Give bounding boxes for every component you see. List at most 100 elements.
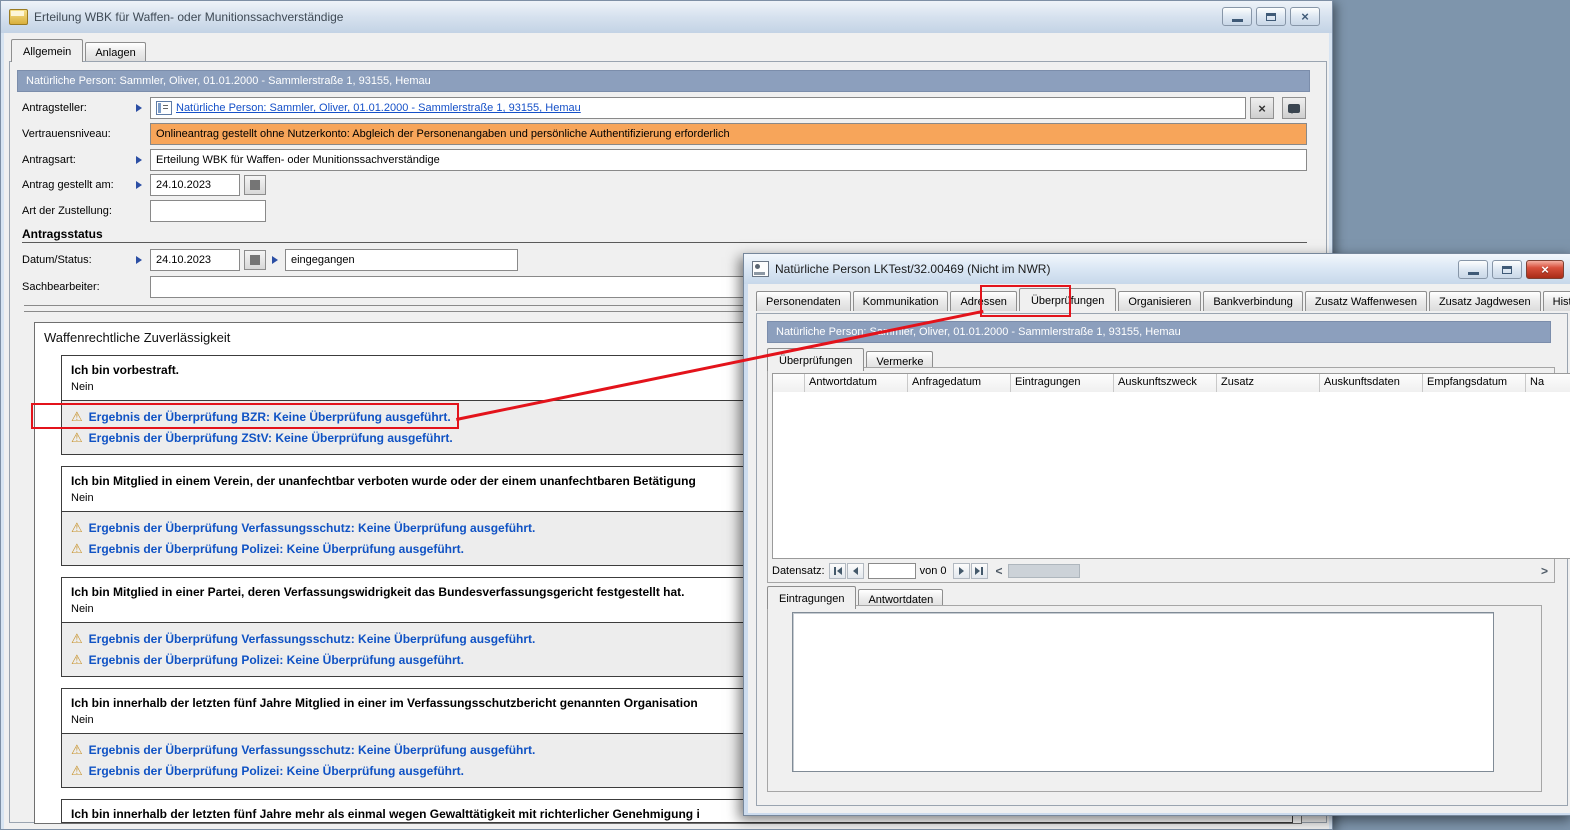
person-tab-strip: PersonendatenKommunikationAdressenÜberpr…: [756, 287, 1570, 310]
eintragungen-detail-panel: [767, 605, 1542, 792]
check-result-link[interactable]: Ergebnis der Überprüfung Polizei: Keine …: [89, 653, 464, 667]
window-title: Natürliche Person LKTest/32.00469 (Nicht…: [775, 262, 1050, 276]
comment-button[interactable]: [1282, 97, 1306, 119]
ueberpruefungen-tab-page: Natürliche Person: Sammler, Oliver, 01.0…: [756, 313, 1568, 806]
first-record-button[interactable]: [829, 563, 846, 579]
maximize-button[interactable]: [1492, 260, 1522, 279]
last-record-icon: [981, 567, 983, 575]
person-summary-bar: Natürliche Person: Sammler, Oliver, 01.0…: [17, 70, 1310, 92]
tab-bankverbindung[interactable]: Bankverbindung: [1203, 291, 1303, 311]
main-tab-strip: AllgemeinAnlagen: [11, 38, 146, 61]
antragsteller-arrow-icon: [136, 104, 142, 112]
next-record-button[interactable]: [953, 563, 970, 579]
window-client-area: PersonendatenKommunikationAdressenÜberpr…: [748, 284, 1570, 813]
window-title: Erteilung WBK für Waffen- oder Munitions…: [34, 10, 343, 24]
antragsstatus-heading: Antragsstatus: [22, 227, 103, 241]
warning-icon: ⚠: [71, 632, 83, 645]
first-record-icon: [834, 567, 836, 575]
ueberpruefungen-table: AntwortdatumAnfragedatumEintragungenAusk…: [772, 373, 1570, 559]
vertrauensniveau-label: Vertrauensniveau:: [22, 123, 111, 145]
tab-historie[interactable]: Historie: [1543, 291, 1570, 311]
tab-kommunikation[interactable]: Kommunikation: [853, 291, 949, 311]
detail-tab-eintragungen[interactable]: Eintragungen: [767, 586, 856, 609]
date-picker-icon: [250, 255, 260, 265]
person-window-icon: [752, 261, 769, 277]
ueberpruefungen-content-panel: AntwortdatumAnfragedatumEintragungenAusk…: [767, 367, 1555, 583]
check-result-link[interactable]: Ergebnis der Überprüfung Polizei: Keine …: [89, 764, 464, 778]
warning-icon: ⚠: [71, 542, 83, 555]
record-navigator: Datensatz: von 0 < >: [770, 561, 1552, 581]
column-header-na[interactable]: Na: [1526, 374, 1570, 392]
scroll-right-icon[interactable]: >: [1541, 563, 1548, 579]
antragsart-field[interactable]: Erteilung WBK für Waffen- oder Munitions…: [150, 149, 1307, 171]
status-date-picker-button[interactable]: [244, 250, 266, 270]
tab-personendaten[interactable]: Personendaten: [756, 291, 851, 311]
check-result-link[interactable]: Ergebnis der Überprüfung Verfassungsschu…: [89, 521, 536, 535]
maximize-icon: [1502, 266, 1512, 274]
antragsart-arrow-icon: [136, 156, 142, 164]
check-result-link[interactable]: Ergebnis der Überprüfung Polizei: Keine …: [89, 542, 464, 556]
tab-anlagen[interactable]: Anlagen: [85, 42, 145, 62]
maximize-button[interactable]: [1256, 7, 1286, 26]
record-nav-label: Datensatz:: [772, 561, 825, 581]
tab-zusatz-waffenwesen[interactable]: Zusatz Waffenwesen: [1305, 291, 1427, 311]
antragsteller-field[interactable]: Natürliche Person: Sammler, Oliver, 01.0…: [150, 97, 1246, 119]
titlebar[interactable]: Natürliche Person LKTest/32.00469 (Nicht…: [744, 254, 1570, 284]
check-result-link[interactable]: Ergebnis der Überprüfung Verfassungsschu…: [89, 743, 536, 757]
zuverlaessigkeit-group-title: Waffenrechtliche Zuverlässigkeit: [44, 330, 230, 345]
art-der-zustellung-field[interactable]: [150, 200, 266, 222]
minimize-icon: [1232, 19, 1243, 22]
clear-icon: ×: [1258, 101, 1266, 116]
titlebar[interactable]: Erteilung WBK für Waffen- oder Munitions…: [1, 1, 1332, 33]
antragsteller-label: Antragsteller:: [22, 97, 87, 119]
column-header-auskunftszweck[interactable]: Auskunftszweck: [1114, 374, 1217, 392]
column-header-anfragedatum[interactable]: Anfragedatum: [908, 374, 1011, 392]
previous-record-button[interactable]: [847, 563, 864, 579]
column-header-blank[interactable]: [773, 374, 805, 392]
art-der-zustellung-label: Art der Zustellung:: [22, 200, 112, 222]
close-button[interactable]: ×: [1290, 7, 1320, 26]
record-count-label: von 0: [920, 561, 947, 581]
column-header-auskunftsdaten[interactable]: Auskunftsdaten: [1320, 374, 1423, 392]
scroll-left-icon[interactable]: <: [996, 563, 1003, 579]
check-result-link[interactable]: Ergebnis der Überprüfung Verfassungsschu…: [89, 632, 536, 646]
close-icon: ×: [1541, 263, 1549, 276]
date-picker-icon: [250, 180, 260, 190]
person-record-icon: [156, 101, 172, 115]
datum-field[interactable]: 24.10.2023: [150, 249, 240, 271]
antrag-gestellt-am-field[interactable]: 24.10.2023: [150, 174, 240, 196]
last-record-button[interactable]: [971, 563, 988, 579]
window-natuerliche-person: Natürliche Person LKTest/32.00469 (Nicht…: [743, 253, 1570, 816]
record-position-input[interactable]: [868, 563, 916, 579]
tab-zusatz-jagdwesen[interactable]: Zusatz Jagdwesen: [1429, 291, 1541, 311]
antragsart-label: Antragsart:: [22, 149, 76, 171]
scrollbar-thumb[interactable]: [1008, 564, 1080, 578]
status-field[interactable]: eingegangen: [285, 249, 518, 271]
datum-arrow-icon: [136, 256, 142, 264]
check-result-link[interactable]: Ergebnis der Überprüfung ZStV: Keine Übe…: [89, 431, 453, 445]
minimize-button[interactable]: [1222, 7, 1252, 26]
sachbearbeiter-label: Sachbearbeiter:: [22, 276, 100, 298]
column-header-antwortdatum[interactable]: Antwortdatum: [805, 374, 908, 392]
column-header-eintragungen[interactable]: Eintragungen: [1011, 374, 1114, 392]
date-picker-button[interactable]: [244, 175, 266, 195]
column-header-empfangsdatum[interactable]: Empfangsdatum: [1423, 374, 1526, 392]
warning-icon: ⚠: [71, 653, 83, 666]
table-body[interactable]: [773, 392, 1570, 558]
warning-icon: ⚠: [71, 521, 83, 534]
tab-allgemein[interactable]: Allgemein: [11, 39, 83, 62]
warning-icon: ⚠: [71, 743, 83, 756]
minimize-button[interactable]: [1458, 260, 1488, 279]
comment-icon: [1288, 104, 1300, 113]
antragsstatus-divider: [22, 242, 1307, 243]
antragsteller-link[interactable]: Natürliche Person: Sammler, Oliver, 01.0…: [176, 98, 581, 118]
antrag-gestellt-am-label: Antrag gestellt am:: [22, 174, 114, 196]
tab-organisieren[interactable]: Organisieren: [1118, 291, 1201, 311]
close-button[interactable]: ×: [1526, 260, 1564, 279]
datum-status-label: Datum/Status:: [22, 249, 92, 271]
clear-antragsteller-button[interactable]: ×: [1250, 97, 1274, 119]
next-record-icon: [959, 567, 964, 575]
eintragungen-text-area[interactable]: [792, 612, 1494, 772]
column-header-zusatz[interactable]: Zusatz: [1217, 374, 1320, 392]
horizontal-scrollbar[interactable]: < >: [994, 563, 1552, 579]
